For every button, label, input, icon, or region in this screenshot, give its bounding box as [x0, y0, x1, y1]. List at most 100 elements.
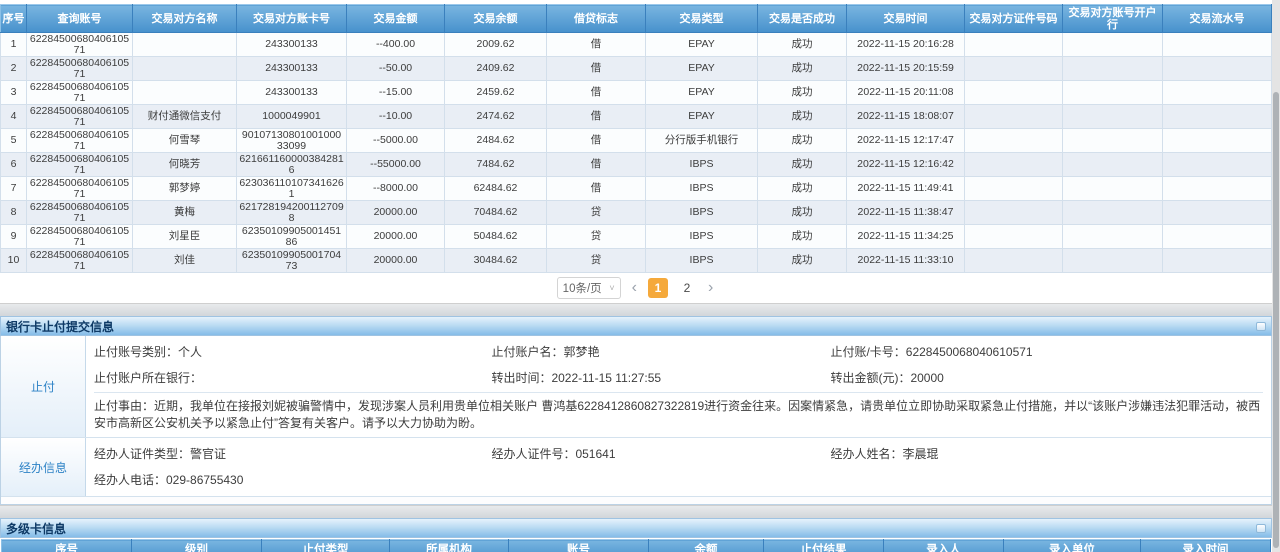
multi-card-column-header: 级别: [132, 540, 262, 552]
field-agent-cert-type: 经办人证件类型：警官证: [94, 440, 491, 466]
vertical-scrollbar[interactable]: [1272, 0, 1280, 552]
transaction-row: 7 6228450068040610571 郭梦婷 62303611010734…: [1, 177, 1272, 201]
stop-payment-section: 银行卡止付提交信息 止付 止付账号类别：个人 止付账户名：郭梦艳 止付账/卡号：…: [0, 316, 1272, 505]
cell-transaction-type: EPAY: [646, 57, 758, 81]
multi-card-column-header: 账号: [509, 540, 649, 552]
cell-counterparty-bank: [1063, 81, 1163, 105]
agent-info-row-label: 经办信息: [1, 438, 86, 496]
transactions-column-header: 交易对方名称: [133, 5, 237, 33]
next-page-icon[interactable]: ›: [706, 280, 715, 296]
cell-seq: 8: [1, 201, 27, 225]
cell-counterparty-card: 6216611600003842816: [237, 153, 347, 177]
cell-balance: 2474.62: [445, 105, 547, 129]
cell-time: 2022-11-15 18:08:07: [847, 105, 965, 129]
cell-counterparty-bank: [1063, 33, 1163, 57]
cell-amount: 20000.00: [347, 201, 445, 225]
field-transfer-amount: 转出金额(元)：20000: [830, 364, 1263, 390]
cell-balance: 50484.62: [445, 225, 547, 249]
cell-query-account: 6228450068040610571: [27, 153, 133, 177]
transaction-row: 9 6228450068040610571 刘星臣 62350109905001…: [1, 225, 1272, 249]
cell-amount: --15.00: [347, 81, 445, 105]
cell-query-account: 6228450068040610571: [27, 201, 133, 225]
collapse-icon[interactable]: [1256, 524, 1266, 533]
cell-seq: 9: [1, 225, 27, 249]
cell-counterparty-card: 6235010990500170473: [237, 249, 347, 273]
cell-query-account: 6228450068040610571: [27, 249, 133, 273]
scrollbar-thumb[interactable]: [1273, 92, 1279, 548]
cell-counterparty-card: 6230361101073416261: [237, 177, 347, 201]
multi-card-column-header: 余额: [649, 540, 764, 552]
cell-transaction-type: IBPS: [646, 153, 758, 177]
bank-stop-payment-page: 序号 查询账号 交易对方名称 交易对方账卡号 交易金额 交易余额 借贷标志: [0, 0, 1280, 552]
transactions-column-header: 交易金额: [347, 5, 445, 33]
multi-card-column-header: 所属机构: [390, 540, 509, 552]
field-card-number: 止付账/卡号：6228450068040610571: [830, 338, 1263, 364]
cell-counterparty-cert: [965, 105, 1063, 129]
cell-balance: 2459.62: [445, 81, 547, 105]
transactions-table: 序号 查询账号 交易对方名称 交易对方账卡号 交易金额 交易余额 借贷标志: [0, 4, 1272, 273]
pagination-bar: 10条/页 ˅ ‹ 1 2 ›: [0, 273, 1272, 303]
cell-success: 成功: [758, 33, 847, 57]
cell-seq: 3: [1, 81, 27, 105]
chevron-down-icon: ˅: [609, 283, 614, 293]
cell-counterparty-bank: [1063, 105, 1163, 129]
cell-query-account: 6228450068040610571: [27, 177, 133, 201]
transactions-column-header: 交易余额: [445, 5, 547, 33]
cell-seq: 10: [1, 249, 27, 273]
field-transfer-time: 转出时间：2022-11-15 11:27:55: [491, 364, 830, 390]
cell-counterparty-cert: [965, 57, 1063, 81]
section-title: 银行卡止付提交信息: [6, 318, 114, 335]
cell-debit-credit-flag: 借: [547, 153, 646, 177]
cell-counterparty-cert: [965, 249, 1063, 273]
cell-balance: 2009.62: [445, 33, 547, 57]
transactions-column-header: 查询账号: [27, 5, 133, 33]
stop-payment-row-label: 止付: [1, 336, 86, 437]
multi-card-header-row: 序号 级别 止付类型 所属机构 账号 余额 止付结果: [2, 540, 1271, 552]
cell-serial: [1163, 201, 1272, 225]
stop-payment-section-header: 银行卡止付提交信息: [0, 316, 1272, 336]
cell-amount: --50.00: [347, 57, 445, 81]
prev-page-icon[interactable]: ‹: [630, 280, 639, 296]
multi-card-column-header: 录入时间: [1141, 540, 1271, 552]
cell-amount: --55000.00: [347, 153, 445, 177]
multi-card-column-header: 录入人: [884, 540, 1004, 552]
cell-query-account: 6228450068040610571: [27, 225, 133, 249]
cell-query-account: 6228450068040610571: [27, 105, 133, 129]
cell-counterparty-bank: [1063, 129, 1163, 153]
page-button-2[interactable]: 2: [677, 278, 697, 298]
transactions-column-header: 交易类型: [646, 5, 758, 33]
transactions-column-header: 交易对方账卡号: [237, 5, 347, 33]
multi-card-column-header: 止付结果: [764, 540, 884, 552]
agent-info-row: 经办信息 经办人证件类型：警官证 经办人证件号：051641 经办人姓名：李晨琨…: [1, 438, 1271, 497]
cell-counterparty-name: [133, 81, 237, 105]
cell-serial: [1163, 129, 1272, 153]
transactions-column-header: 交易对方账号开户行: [1063, 5, 1163, 33]
field-agent-name: 经办人姓名：李晨琨: [830, 440, 1263, 466]
cell-success: 成功: [758, 201, 847, 225]
transaction-row: 5 6228450068040610571 何雪琴 90107130801001…: [1, 129, 1272, 153]
page-size-select[interactable]: 10条/页 ˅: [557, 277, 621, 299]
cell-debit-credit-flag: 借: [547, 33, 646, 57]
cell-counterparty-card: 9010713080100100033099: [237, 129, 347, 153]
cell-serial: [1163, 81, 1272, 105]
transactions-column-header: 借贷标志: [547, 5, 646, 33]
cell-amount: --8000.00: [347, 177, 445, 201]
cell-balance: 30484.62: [445, 249, 547, 273]
collapse-icon[interactable]: [1256, 322, 1266, 331]
cell-time: 2022-11-15 20:11:08: [847, 81, 965, 105]
cell-counterparty-name: 刘星臣: [133, 225, 237, 249]
cell-time: 2022-11-15 20:16:28: [847, 33, 965, 57]
transactions-header-row: 序号 查询账号 交易对方名称 交易对方账卡号 交易金额 交易余额 借贷标志: [1, 5, 1272, 33]
cell-success: 成功: [758, 129, 847, 153]
cell-counterparty-bank: [1063, 225, 1163, 249]
cell-serial: [1163, 177, 1272, 201]
cell-success: 成功: [758, 225, 847, 249]
transactions-column-header: 交易时间: [847, 5, 965, 33]
cell-counterparty-cert: [965, 201, 1063, 225]
cell-counterparty-name: 郭梦婷: [133, 177, 237, 201]
page-button-1[interactable]: 1: [648, 278, 668, 298]
cell-time: 2022-11-15 11:38:47: [847, 201, 965, 225]
cell-query-account: 6228450068040610571: [27, 33, 133, 57]
cell-time: 2022-11-15 20:15:59: [847, 57, 965, 81]
cell-serial: [1163, 249, 1272, 273]
